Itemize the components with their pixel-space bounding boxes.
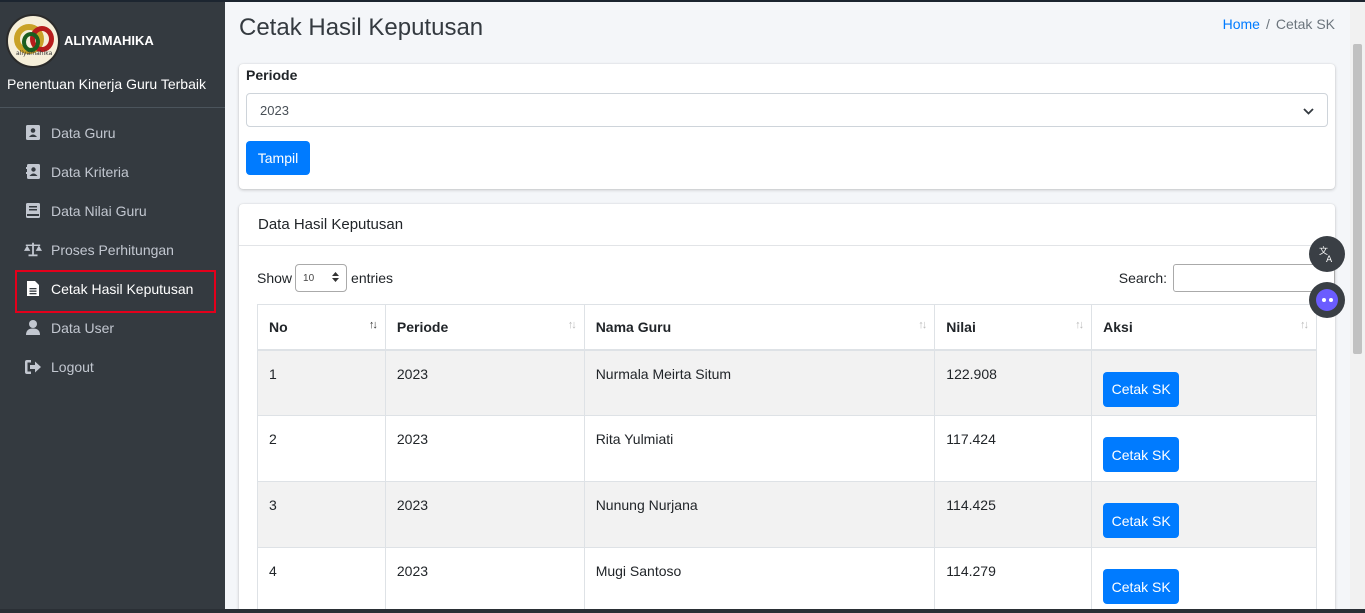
tampil-button[interactable]: Tampil — [246, 141, 310, 175]
results-table: No ↑↓ Periode ↑↓ Nama Guru ↑↓ Nilai ↑↓ Aksi ↑… — [257, 304, 1317, 613]
sidebar-item-label: Data Nilai Guru — [51, 202, 147, 219]
brand-name: ALIYAMAHIKA — [64, 32, 154, 48]
column-header-nilai[interactable]: Nilai ↑↓ — [934, 304, 1093, 351]
sidebar-item-logout[interactable]: Logout — [0, 347, 225, 386]
cell-nama-guru: Nurmala Meirta Situm — [583, 349, 936, 416]
cell-periode: 2023 — [384, 481, 585, 548]
breadcrumb: Home / Cetak SK — [1223, 16, 1335, 32]
table-row: 4 2023 Mugi Santoso 114.279 Cetak SK — [257, 547, 1317, 613]
brand-link[interactable]: aliyamahika ALIYAMAHIKA — [6, 14, 225, 68]
search-input[interactable] — [1173, 264, 1335, 292]
file-alt-icon — [24, 280, 42, 298]
translate-icon[interactable]: 文A — [1309, 236, 1345, 272]
cell-nilai: 114.425 — [934, 481, 1093, 548]
cell-periode: 2023 — [384, 547, 585, 613]
breadcrumb-separator: / — [1265, 16, 1270, 32]
sidebar-item-cetak-hasil-keputusan[interactable]: Cetak Hasil Keputusan — [0, 269, 225, 313]
sidebar-item-label: Proses Perhitungan — [51, 241, 174, 258]
page-title: Cetak Hasil Keputusan — [239, 14, 484, 41]
sign-out-icon — [24, 358, 42, 376]
address-book-icon — [24, 163, 42, 181]
cell-nilai: 122.908 — [934, 349, 1093, 416]
cetak-sk-button[interactable]: Cetak SK — [1103, 569, 1180, 604]
cell-aksi: Cetak SK — [1091, 349, 1317, 416]
sort-asc-icon: ↑↓ — [368, 319, 378, 331]
brand-subtitle: Penentuan Kinerja Guru Terbaik — [7, 76, 206, 92]
table-row: 3 2023 Nunung Nurjana 114.425 Cetak SK — [257, 481, 1317, 548]
cell-aksi: Cetak SK — [1091, 481, 1317, 548]
sidebar-item-label: Data User — [51, 319, 115, 336]
table-row: 1 2023 Nurmala Meirta Situm 122.908 Ceta… — [257, 349, 1317, 416]
sidebar-item-proses-perhitungan[interactable]: Proses Perhitungan — [0, 230, 225, 269]
sidebar-item-label: Data Kriteria — [51, 163, 129, 180]
results-card-title: Data Hasil Keputusan — [239, 204, 1335, 246]
column-header-no[interactable]: No ↑↓ — [257, 304, 386, 351]
column-header-nama-guru[interactable]: Nama Guru ↑↓ — [583, 304, 936, 351]
cell-periode: 2023 — [384, 415, 585, 482]
cetak-sk-button[interactable]: Cetak SK — [1103, 503, 1180, 538]
filter-card: Periode 2023 Tampil — [239, 64, 1335, 189]
table-header-row: No ↑↓ Periode ↑↓ Nama Guru ↑↓ Nilai ↑↓ Aksi ↑… — [257, 304, 1317, 351]
cetak-sk-button[interactable]: Cetak SK — [1103, 437, 1180, 472]
sort-icon: ↑↓ — [1075, 319, 1084, 331]
cell-no: 1 — [257, 349, 386, 416]
balance-scale-icon — [24, 241, 42, 259]
sort-icon: ↑↓ — [567, 319, 577, 331]
cell-no: 2 — [257, 415, 386, 482]
column-header-periode[interactable]: Periode ↑↓ — [384, 304, 585, 351]
sidebar-item-label: Logout — [51, 358, 94, 375]
entries-label: entries — [351, 270, 394, 286]
results-card: Data Hasil Keputusan Show 10 entries Sea… — [239, 204, 1335, 613]
cell-nama-guru: Rita Yulmiati — [583, 415, 936, 482]
cell-nilai: 117.424 — [934, 415, 1093, 482]
chevron-down-icon — [1303, 103, 1314, 118]
brand-logo: aliyamahika — [6, 14, 60, 68]
periode-select-value: 2023 — [260, 102, 289, 118]
assistant-bot-icon[interactable] — [1309, 282, 1345, 318]
cell-no: 3 — [257, 481, 386, 548]
cell-aksi: Cetak SK — [1091, 415, 1317, 482]
sidebar-nav: Data Guru Data Kriteria Data Nilai Guru … — [0, 108, 225, 386]
sidebar-item-data-user[interactable]: Data User — [0, 308, 225, 347]
address-card-icon — [24, 124, 42, 142]
sort-updown-icon — [332, 271, 340, 285]
show-label: Show — [257, 270, 293, 286]
sort-icon: ↑↓ — [918, 319, 927, 331]
user-icon — [24, 319, 42, 337]
sort-icon: ↑↓ — [1300, 319, 1309, 331]
cell-nilai: 114.279 — [934, 547, 1093, 613]
entries-select[interactable]: 10 — [295, 264, 348, 292]
cell-aksi: Cetak SK — [1091, 547, 1317, 613]
brand: aliyamahika ALIYAMAHIKA Penentuan Kinerj… — [0, 0, 225, 108]
cell-periode: 2023 — [384, 349, 585, 416]
brand-logo-text: aliyamahika — [16, 50, 53, 57]
periode-label: Periode — [246, 67, 298, 83]
main-content: Cetak Hasil Keputusan Home / Cetak SK Peri… — [225, 0, 1350, 613]
cell-nama-guru: Mugi Santoso — [583, 547, 936, 613]
sidebar-item-label: Data Guru — [51, 124, 116, 141]
sidebar-item-data-nilai-guru[interactable]: Data Nilai Guru — [0, 191, 225, 230]
breadcrumb-current: Cetak SK — [1275, 16, 1335, 32]
breadcrumb-home-link[interactable]: Home — [1223, 16, 1260, 32]
table-search: Search: — [1119, 264, 1335, 292]
sidebar-item-data-guru[interactable]: Data Guru — [0, 113, 225, 152]
sidebar: aliyamahika ALIYAMAHIKA Penentuan Kinerj… — [0, 0, 225, 613]
periode-select[interactable]: 2023 — [246, 93, 1328, 127]
window-bottom-border — [0, 609, 1365, 613]
sidebar-item-data-kriteria[interactable]: Data Kriteria — [0, 152, 225, 191]
entries-length-control: Show 10 entries — [257, 264, 393, 292]
search-label: Search: — [1118, 270, 1167, 286]
book-icon — [24, 202, 42, 220]
cell-no: 4 — [257, 547, 386, 613]
cetak-sk-button[interactable]: Cetak SK — [1103, 371, 1180, 407]
window-top-border — [0, 0, 1365, 2]
sidebar-item-label: Cetak Hasil Keputusan — [51, 280, 194, 297]
scrollbar-thumb[interactable] — [1353, 44, 1362, 354]
entries-select-value: 10 — [303, 272, 315, 284]
page-scrollbar[interactable] — [1350, 0, 1365, 613]
svg-text:A: A — [1326, 255, 1333, 263]
column-header-aksi[interactable]: Aksi ↑↓ — [1091, 304, 1317, 351]
table-row: 2 2023 Rita Yulmiati 117.424 Cetak SK — [257, 415, 1317, 482]
cell-nama-guru: Nunung Nurjana — [583, 481, 936, 548]
